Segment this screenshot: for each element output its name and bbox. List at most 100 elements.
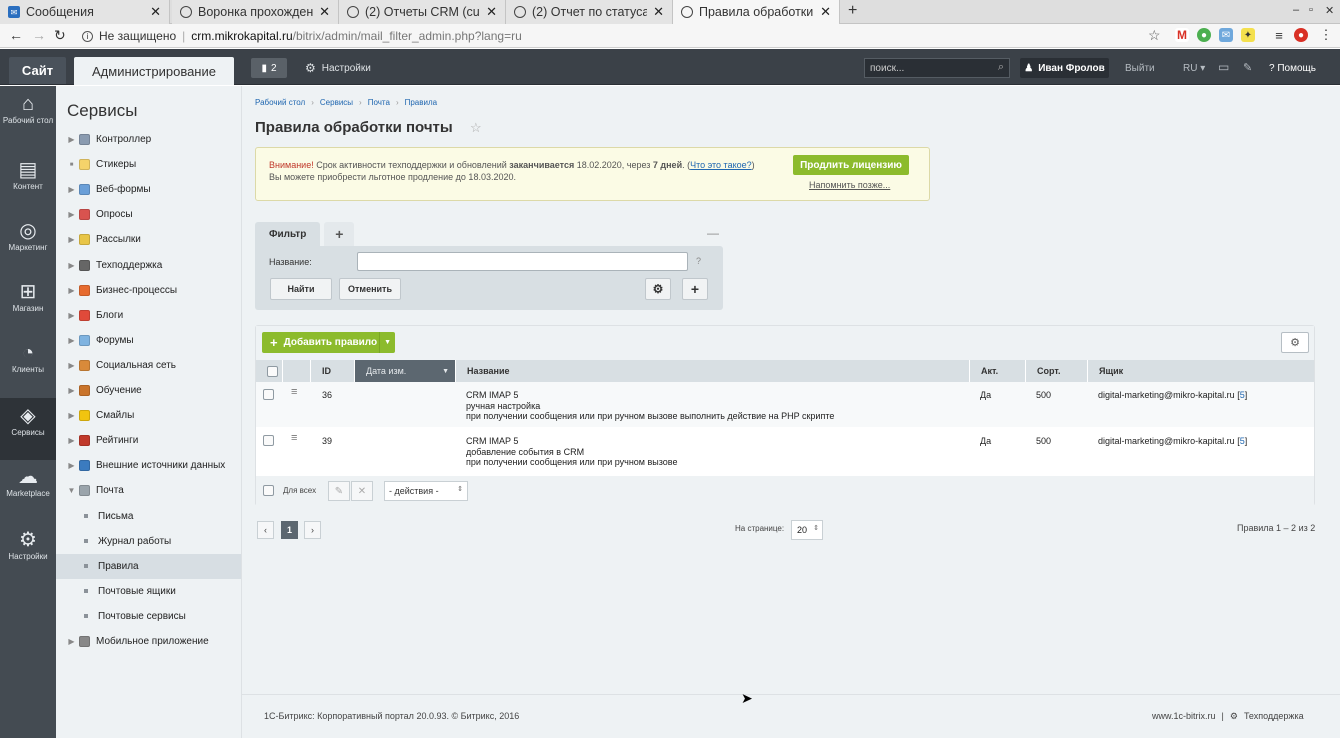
services-item[interactable]: ▶ Мобильное приложение — [56, 629, 241, 654]
row-checkbox[interactable] — [263, 435, 274, 446]
chevron-right-icon[interactable]: ▶ — [64, 286, 79, 295]
services-item[interactable]: ▶ Рассылки — [56, 227, 241, 252]
menu-item-marketplace[interactable]: ☁ Marketplace — [0, 459, 56, 519]
chevron-right-icon[interactable]: ▶ — [64, 185, 79, 194]
chevron-right-icon[interactable]: ▶ — [64, 311, 79, 320]
minimize-icon[interactable]: – — [1293, 4, 1299, 16]
row-name[interactable]: CRM IMAP 5 — [466, 390, 518, 400]
user-button[interactable]: ♟ Иван Фролов — [1020, 58, 1109, 78]
actions-select[interactable]: - действия - ⇕ — [384, 481, 468, 501]
services-subitem[interactable]: Письма — [56, 504, 241, 529]
edit-icon[interactable]: ✎ — [328, 481, 350, 501]
close-icon[interactable]: ✕ — [150, 4, 161, 20]
browser-tab[interactable]: ✉ Сообщения ✕ — [0, 0, 170, 24]
close-icon[interactable]: ✕ — [653, 4, 664, 20]
breadcrumb-item[interactable]: Рабочий стол — [255, 98, 305, 107]
support-link[interactable]: Техподдержка — [1244, 711, 1304, 722]
chevron-right-icon[interactable]: ▶ — [64, 386, 79, 395]
column-id[interactable]: ID — [311, 360, 355, 382]
mail-extension-icon[interactable]: ✉ — [1219, 28, 1233, 42]
chevron-right-icon[interactable]: ▶ — [64, 461, 79, 470]
row-menu-icon[interactable]: ≡ — [291, 387, 297, 398]
menu-item-content[interactable]: ▤ Контент — [0, 152, 56, 212]
chevron-right-icon[interactable]: ▶ — [64, 261, 79, 270]
services-item[interactable]: ▶ Контроллер — [56, 127, 241, 152]
gear-icon[interactable]: ⚙ — [645, 278, 671, 300]
menu-icon[interactable]: ⋮ — [1319, 27, 1333, 42]
chevron-right-icon[interactable]: ▶ — [64, 135, 79, 144]
services-item[interactable]: ▶ Опросы — [56, 202, 241, 227]
notifications-button[interactable]: ▮ 2 — [251, 58, 287, 78]
help-icon[interactable]: ? — [696, 256, 701, 266]
pager-prev-icon[interactable]: ‹ — [257, 521, 274, 539]
pin-icon[interactable]: ✎ — [1243, 61, 1252, 74]
extension-icon[interactable]: ✦ — [1241, 28, 1255, 42]
reload-icon[interactable]: ↻ — [54, 27, 66, 44]
chevron-right-icon[interactable]: ▶ — [64, 235, 79, 244]
chevron-right-icon[interactable]: ▶ — [64, 336, 79, 345]
browser-tab-active[interactable]: Правила обработки п ✕ — [673, 0, 840, 24]
close-icon[interactable]: ✕ — [820, 4, 831, 20]
name-filter-input[interactable] — [357, 252, 688, 271]
close-icon[interactable]: ✕ — [486, 4, 497, 20]
close-icon[interactable]: ✕ — [319, 4, 330, 20]
chevron-right-icon[interactable]: ▶ — [64, 210, 79, 219]
services-item[interactable]: ▶ Бизнес-процессы — [56, 278, 241, 303]
table-row[interactable]: ≡ 36 CRM IMAP 5 ручная настройка при пол… — [256, 382, 1314, 427]
window-icon[interactable]: ▭ — [1218, 60, 1229, 74]
new-tab-icon[interactable]: + — [848, 2, 857, 20]
forward-icon[interactable]: → — [32, 27, 46, 43]
row-checkbox[interactable] — [263, 389, 274, 400]
browser-tab[interactable]: (2) Отчет по статусам ✕ — [506, 0, 673, 24]
services-item[interactable]: ▶ Рейтинги — [56, 428, 241, 453]
search-icon[interactable]: ⌕ — [998, 61, 1004, 74]
language-selector[interactable]: RU ▾ — [1183, 63, 1205, 74]
select-all-checkbox[interactable] — [267, 365, 278, 377]
pager-next-icon[interactable]: › — [304, 521, 321, 539]
what-is-this-link[interactable]: Что это такое? — [690, 160, 752, 170]
settings-link[interactable]: ⚙ Настройки — [305, 61, 371, 75]
back-icon[interactable]: ← — [9, 27, 23, 43]
pager-current-page[interactable]: 1 — [281, 521, 298, 539]
services-item[interactable]: ▶ Социальная сеть — [56, 353, 241, 378]
services-item[interactable]: ▶ Смайлы — [56, 403, 241, 428]
chevron-down-icon[interactable]: ▼ — [379, 332, 391, 353]
add-rule-button[interactable]: + Добавить правило ▼ — [262, 332, 395, 353]
help-link[interactable]: ? Помощь — [1269, 63, 1316, 74]
services-subitem[interactable]: Журнал работы — [56, 529, 241, 554]
extension-icon[interactable]: ● — [1197, 28, 1211, 42]
chevron-right-icon[interactable]: ▶ — [64, 436, 79, 445]
cancel-button[interactable]: Отменить — [339, 278, 401, 300]
favorite-star-icon[interactable]: ☆ — [470, 120, 482, 136]
grid-settings-icon[interactable]: ⚙ — [1281, 332, 1309, 353]
extension-icon[interactable]: ● — [1294, 28, 1308, 42]
menu-item-clients[interactable]: ◔ Клиенты — [0, 335, 56, 395]
remind-later-link[interactable]: Напомнить позже... — [809, 180, 890, 190]
chevron-right-icon[interactable]: ▶ — [64, 411, 79, 420]
admin-button[interactable]: Администрирование — [74, 57, 234, 85]
column-active[interactable]: Акт. — [970, 360, 1026, 382]
chevron-right-icon[interactable]: ▶ — [64, 361, 79, 370]
services-item[interactable]: ▶ Обучение — [56, 378, 241, 403]
table-row[interactable]: ≡ 39 CRM IMAP 5 добавление события в CRM… — [256, 428, 1314, 475]
playlist-icon[interactable]: ≡ — [1272, 28, 1286, 43]
browser-tab[interactable]: (2) Отчеты CRM (custo ✕ — [339, 0, 506, 24]
site-button[interactable]: Сайт — [9, 57, 66, 84]
menu-item-settings[interactable]: ⚙ Настройки — [0, 522, 56, 582]
row-name[interactable]: CRM IMAP 5 — [466, 436, 518, 446]
window-close-icon[interactable]: ✕ — [1325, 4, 1334, 17]
info-icon[interactable]: i — [82, 30, 93, 42]
bitrix-site-link[interactable]: www.1c-bitrix.ru — [1152, 711, 1216, 722]
address-bar[interactable]: i Не защищено | crm.mikrokapital.ru/bitr… — [76, 27, 1166, 45]
services-subitem[interactable]: Правила — [56, 553, 241, 579]
find-button[interactable]: Найти — [270, 278, 332, 300]
bullet-icon[interactable]: ■ — [64, 162, 79, 168]
menu-item-services[interactable]: ◈ Сервисы — [0, 398, 56, 460]
services-subitem[interactable]: Почтовые ящики — [56, 579, 241, 604]
menu-item-shop[interactable]: ⊞ Магазин — [0, 274, 56, 334]
row-menu-icon[interactable]: ≡ — [291, 433, 297, 444]
column-sort[interactable]: Сорт. — [1026, 360, 1088, 382]
tab-filter[interactable]: Фильтр — [255, 222, 321, 246]
chevron-right-icon[interactable]: ▶ — [64, 637, 79, 646]
services-item[interactable]: ▶ Форумы — [56, 328, 241, 353]
